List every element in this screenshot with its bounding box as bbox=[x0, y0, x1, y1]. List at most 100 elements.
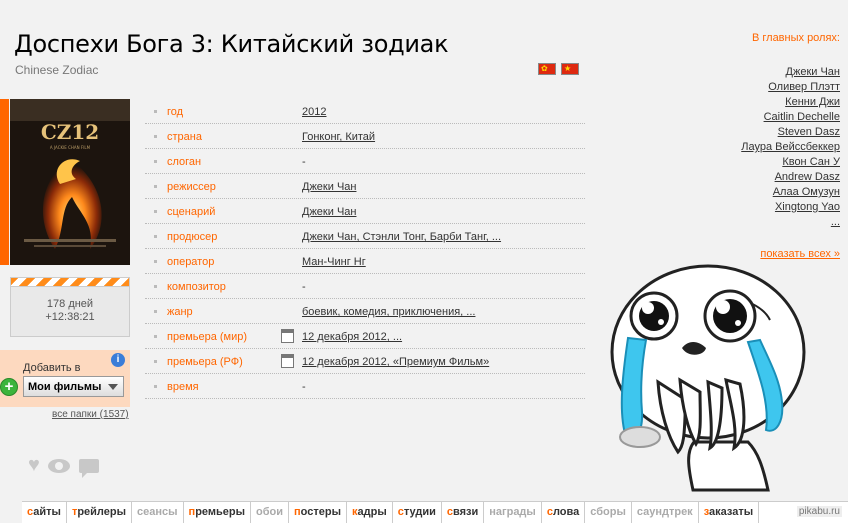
info-row-value[interactable]: 2012 bbox=[302, 106, 326, 118]
bottom-nav-tab[interactable]: связи bbox=[442, 502, 485, 523]
bottom-nav-tab[interactable]: саундтрек bbox=[632, 502, 699, 523]
bottom-nav-tab[interactable]: кадры bbox=[347, 502, 393, 523]
bottom-nav-tab[interactable]: сайты bbox=[22, 502, 67, 523]
flag-cn-icon[interactable]: ★ bbox=[561, 63, 579, 75]
cast-actor-link[interactable]: Xingtong Yao bbox=[741, 200, 840, 215]
cast-actor-link[interactable]: Алаа Омузун bbox=[741, 185, 840, 200]
info-row-value[interactable]: Джеки Чан bbox=[302, 206, 356, 218]
plus-icon[interactable]: + bbox=[0, 378, 18, 396]
row-bullet bbox=[154, 310, 157, 313]
info-row-value[interactable]: 12 декабря 2012, ... bbox=[302, 331, 402, 343]
add-to-label: Добавить в bbox=[23, 362, 81, 374]
info-row-value: - bbox=[302, 381, 306, 393]
cast-actor-link[interactable]: Квон Сан У bbox=[741, 155, 840, 170]
row-bullet bbox=[154, 285, 157, 288]
bottom-nav-tab[interactable]: сборы bbox=[585, 502, 632, 523]
cast-actor-link[interactable]: Лаура Вейссбеккер bbox=[741, 140, 840, 155]
show-all-cast-link[interactable]: показать всех » bbox=[760, 248, 840, 260]
info-row-value[interactable]: Джеки Чан, Стэнли Тонг, Барби Танг, ... bbox=[302, 231, 501, 243]
flag-hk-icon[interactable]: ✿ bbox=[538, 63, 556, 75]
row-bullet bbox=[154, 110, 157, 113]
info-row-value[interactable]: боевик, комедия, приключения, ... bbox=[302, 306, 475, 318]
bottom-nav-tab[interactable]: обои bbox=[251, 502, 290, 523]
tab-label: айты bbox=[33, 506, 61, 518]
bottom-nav-tab[interactable]: заказаты bbox=[699, 502, 760, 523]
tab-label: остеры bbox=[300, 506, 341, 518]
folder-select[interactable]: Мои фильмы bbox=[23, 376, 124, 397]
eye-icon[interactable] bbox=[48, 458, 71, 473]
all-folders-link[interactable]: все папки (1537) bbox=[52, 409, 129, 420]
bottom-nav-tab[interactable]: награды bbox=[484, 502, 542, 523]
cast-actor-link[interactable]: Кенни Джи bbox=[741, 95, 840, 110]
info-row-label: время bbox=[167, 381, 199, 393]
tab-label: тудии bbox=[403, 506, 436, 518]
crying-face-image bbox=[598, 262, 848, 492]
info-row: режиссер Джеки Чан bbox=[145, 174, 585, 199]
info-icon[interactable]: i bbox=[111, 353, 125, 367]
cast-actor-link[interactable]: Джеки Чан bbox=[741, 65, 840, 80]
info-row-label: оператор bbox=[167, 256, 215, 268]
info-row-label: жанр bbox=[167, 306, 193, 318]
page-title: Доспехи Бога 3: Китайский зодиак bbox=[14, 30, 449, 58]
bottom-nav-tab[interactable]: трейлеры bbox=[67, 502, 133, 523]
cast-actor-link[interactable]: Caitlin Dechelle bbox=[741, 110, 840, 125]
info-row: продюсер Джеки Чан, Стэнли Тонг, Барби Та… bbox=[145, 224, 585, 249]
tab-label: аказаты bbox=[709, 506, 754, 518]
cast-header: В главных ролях: bbox=[751, 32, 840, 44]
info-row-label: премьера (мир) bbox=[167, 331, 248, 343]
cast-actor-link[interactable]: Steven Dasz bbox=[741, 125, 840, 140]
info-row: жанр боевик, комедия, приключения, ... bbox=[145, 299, 585, 324]
calendar-icon[interactable] bbox=[281, 329, 294, 343]
tab-label: сеансы bbox=[137, 506, 178, 518]
movie-info-table: год 2012 страна Гонконг, Китай слоган - режисс… bbox=[145, 99, 585, 399]
row-bullet bbox=[154, 360, 157, 363]
tab-label: адры bbox=[357, 506, 387, 518]
poster-image: CZ12 A JACKIE CHAN FILM bbox=[10, 99, 130, 265]
row-bullet bbox=[154, 185, 157, 188]
info-row-label: режиссер bbox=[167, 181, 216, 193]
info-row: слоган - bbox=[145, 149, 585, 174]
bottom-nav-tab[interactable]: слова bbox=[542, 502, 586, 523]
tab-label: лова bbox=[552, 506, 580, 518]
calendar-icon[interactable] bbox=[281, 354, 294, 368]
original-title: Chinese Zodiac bbox=[15, 63, 99, 77]
info-row-label: слоган bbox=[167, 156, 202, 168]
chevron-down-icon bbox=[108, 384, 118, 390]
heart-icon[interactable]: ♥ bbox=[28, 454, 40, 477]
comment-icon[interactable] bbox=[78, 458, 99, 478]
info-row: год 2012 bbox=[145, 99, 585, 124]
info-row-value[interactable]: Ман-Чинг Нг bbox=[302, 256, 366, 268]
bottom-nav-tab[interactable]: постеры bbox=[289, 502, 347, 523]
bottom-nav-tab[interactable]: премьеры bbox=[184, 502, 252, 523]
cast-actor-link[interactable]: Оливер Плэтт bbox=[741, 80, 840, 95]
info-row-label: продюсер bbox=[167, 231, 218, 243]
info-row-value[interactable]: Джеки Чан bbox=[302, 181, 356, 193]
tab-label: вязи bbox=[452, 506, 479, 518]
bottom-nav-tab[interactable]: студии bbox=[393, 502, 442, 523]
tab-label: обои bbox=[256, 506, 284, 518]
cast-actor-link[interactable]: Andrew Dasz bbox=[741, 170, 840, 185]
bottom-nav-tab[interactable]: сеансы bbox=[132, 502, 184, 523]
social-actions: ♥ bbox=[28, 454, 103, 478]
tab-label: рейлеры bbox=[77, 506, 127, 518]
cast-actor-link[interactable]: ... bbox=[741, 215, 840, 230]
countdown-days: 178 дней bbox=[46, 298, 94, 310]
tab-label: награды bbox=[489, 506, 536, 518]
watermark: pikabu.ru bbox=[796, 506, 842, 517]
info-row-value[interactable]: Гонконг, Китай bbox=[302, 131, 375, 143]
info-row-value: - bbox=[302, 156, 306, 168]
info-row: премьера (мир) 12 декабря 2012, ... bbox=[145, 324, 585, 349]
tab-label: сборы bbox=[590, 506, 626, 518]
info-row-value[interactable]: 12 декабря 2012, «Премиум Фильм» bbox=[302, 356, 489, 368]
info-row: время - bbox=[145, 374, 585, 399]
countdown-stripe bbox=[11, 278, 129, 287]
poster-logo: CZ12 bbox=[41, 120, 99, 144]
row-bullet bbox=[154, 160, 157, 163]
cast-list: Джеки Чан Оливер Плэтт Кенни Джи Caitlin De… bbox=[741, 65, 840, 230]
row-bullet bbox=[154, 385, 157, 388]
tab-label: саундтрек bbox=[636, 506, 693, 518]
folder-select-value: Мои фильмы bbox=[28, 381, 102, 393]
movie-poster[interactable]: CZ12 A JACKIE CHAN FILM bbox=[10, 99, 130, 265]
row-bullet bbox=[154, 210, 157, 213]
row-bullet bbox=[154, 235, 157, 238]
